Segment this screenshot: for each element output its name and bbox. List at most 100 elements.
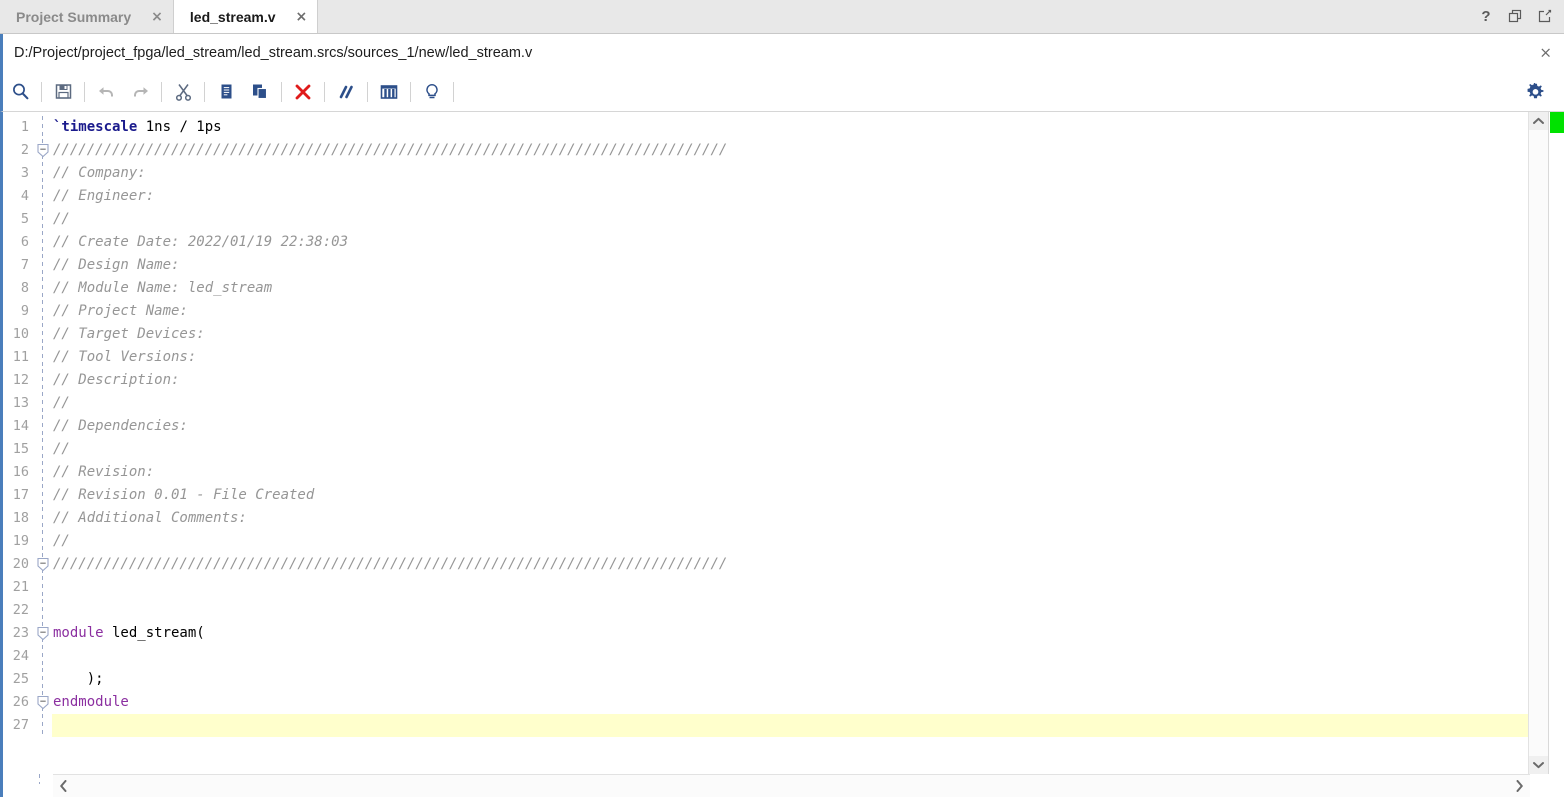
status-marker	[1550, 112, 1564, 133]
line-number: 3	[20, 165, 29, 181]
delete-button[interactable]	[286, 76, 320, 108]
scroll-down-button[interactable]	[1529, 756, 1548, 774]
save-icon	[55, 84, 71, 99]
save-button[interactable]	[46, 76, 80, 108]
double-slash-icon	[339, 85, 353, 98]
code-line-current[interactable]	[52, 714, 1528, 737]
code-line[interactable]: //	[52, 208, 1528, 231]
line-number: 24	[12, 648, 29, 664]
line-number: 23	[12, 625, 29, 641]
code-line[interactable]: //	[52, 392, 1528, 415]
code-line[interactable]: // Engineer:	[52, 185, 1528, 208]
chevron-down-icon	[1533, 762, 1544, 769]
code-line[interactable]: // Project Name:	[52, 300, 1528, 323]
close-icon[interactable]: ×	[296, 10, 308, 24]
undo-icon	[98, 87, 113, 97]
settings-button[interactable]	[1518, 76, 1552, 108]
redo-button[interactable]	[123, 76, 157, 108]
scroll-up-button[interactable]	[1529, 112, 1548, 130]
code-line[interactable]: // Create Date: 2022/01/19 22:38:03	[52, 231, 1528, 254]
indent-guide	[42, 185, 43, 208]
cut-button[interactable]	[166, 76, 200, 108]
scroll-left-button[interactable]	[53, 775, 74, 797]
hints-button[interactable]	[415, 76, 449, 108]
fold-toggle-icon[interactable]	[36, 695, 50, 710]
line-number: 7	[20, 257, 29, 273]
code-line[interactable]: );	[52, 668, 1528, 691]
code-line[interactable]: // Dependencies:	[52, 415, 1528, 438]
horizontal-scroll-track[interactable]	[74, 775, 1509, 797]
toggle-comment-button[interactable]	[329, 76, 363, 108]
code-token: // Company:	[53, 165, 155, 181]
code-line[interactable]: endmodule	[52, 691, 1528, 714]
tab-project-summary[interactable]: Project Summary ×	[0, 0, 173, 33]
code-line[interactable]: // Description:	[52, 369, 1528, 392]
toolbar-separator	[41, 81, 42, 102]
code-token: // Design Name:	[53, 257, 188, 273]
fold-toggle-icon[interactable]	[36, 626, 50, 641]
close-icon[interactable]: ×	[1539, 45, 1552, 61]
code-token: // Description:	[53, 372, 188, 388]
fold-toggle-icon[interactable]	[36, 143, 50, 158]
line-number: 26	[12, 694, 29, 710]
fold-row	[34, 162, 52, 185]
fold-gutter[interactable]	[34, 112, 52, 774]
code-token: 1ns / 1ps	[137, 119, 222, 135]
toolbar-separator	[204, 81, 205, 102]
code-line[interactable]: // Company:	[52, 162, 1528, 185]
code-line[interactable]: // Revision 0.01 - File Created	[52, 484, 1528, 507]
code-token: // Create Date: 2022/01/19 22:38:03	[53, 234, 349, 250]
fold-row	[34, 553, 52, 576]
help-icon[interactable]: ?	[1478, 9, 1494, 25]
code-line[interactable]: // Revision:	[52, 461, 1528, 484]
scroll-right-button[interactable]	[1509, 775, 1530, 797]
code-line[interactable]: ////////////////////////////////////////…	[52, 553, 1528, 576]
code-line[interactable]: //	[52, 438, 1528, 461]
float-window-icon[interactable]	[1536, 9, 1552, 25]
indent-guide	[42, 415, 43, 438]
fold-row	[34, 415, 52, 438]
code-line[interactable]: // Additional Comments:	[52, 507, 1528, 530]
code-line[interactable]: module led_stream(	[52, 622, 1528, 645]
fold-row	[34, 185, 52, 208]
fold-row	[34, 116, 52, 139]
fold-toggle-icon[interactable]	[36, 557, 50, 572]
column-select-button[interactable]	[372, 76, 406, 108]
find-button[interactable]	[3, 76, 37, 108]
vertical-scroll-track[interactable]	[1529, 130, 1548, 756]
indent-guide	[42, 323, 43, 346]
code-editor[interactable]: 1 2 3 4 5 6 7 8 9 10 11 12 13 14 15 16 17 18 19 20 21 22 23 24 2…	[3, 112, 1528, 774]
code-line[interactable]: // Tool Versions:	[52, 346, 1528, 369]
indent-guide	[42, 369, 43, 392]
tab-label: Project Summary	[16, 8, 132, 25]
paste-button[interactable]	[243, 76, 277, 108]
horizontal-scrollbar[interactable]	[53, 774, 1530, 797]
line-number: 11	[12, 349, 29, 365]
code-content[interactable]: `timescale 1ns / 1ps////////////////////…	[52, 112, 1528, 774]
indent-guide	[42, 116, 43, 139]
code-line[interactable]	[52, 645, 1528, 668]
tab-led-stream-v[interactable]: led_stream.v ×	[172, 0, 319, 33]
indent-guide	[42, 392, 43, 415]
code-line[interactable]: // Target Devices:	[52, 323, 1528, 346]
code-line[interactable]	[52, 576, 1528, 599]
code-line[interactable]: //	[52, 530, 1528, 553]
line-number: 25	[12, 671, 29, 687]
vertical-scrollbar[interactable]	[1528, 112, 1548, 774]
code-token: //	[53, 533, 79, 549]
search-icon	[12, 83, 28, 100]
code-line[interactable]	[52, 599, 1528, 622]
close-icon[interactable]: ×	[151, 10, 163, 24]
indent-guide	[42, 530, 43, 553]
lightbulb-icon	[426, 83, 438, 98]
indent-guide	[42, 231, 43, 254]
restore-window-icon[interactable]	[1507, 9, 1523, 25]
undo-button[interactable]	[89, 76, 123, 108]
code-line[interactable]: // Module Name: led_stream	[52, 277, 1528, 300]
code-line[interactable]: ////////////////////////////////////////…	[52, 139, 1528, 162]
code-token: // Additional Comments:	[53, 510, 247, 526]
indent-guide	[42, 645, 43, 668]
code-line[interactable]: `timescale 1ns / 1ps	[52, 116, 1528, 139]
code-line[interactable]: // Design Name:	[52, 254, 1528, 277]
copy-button[interactable]	[209, 76, 243, 108]
